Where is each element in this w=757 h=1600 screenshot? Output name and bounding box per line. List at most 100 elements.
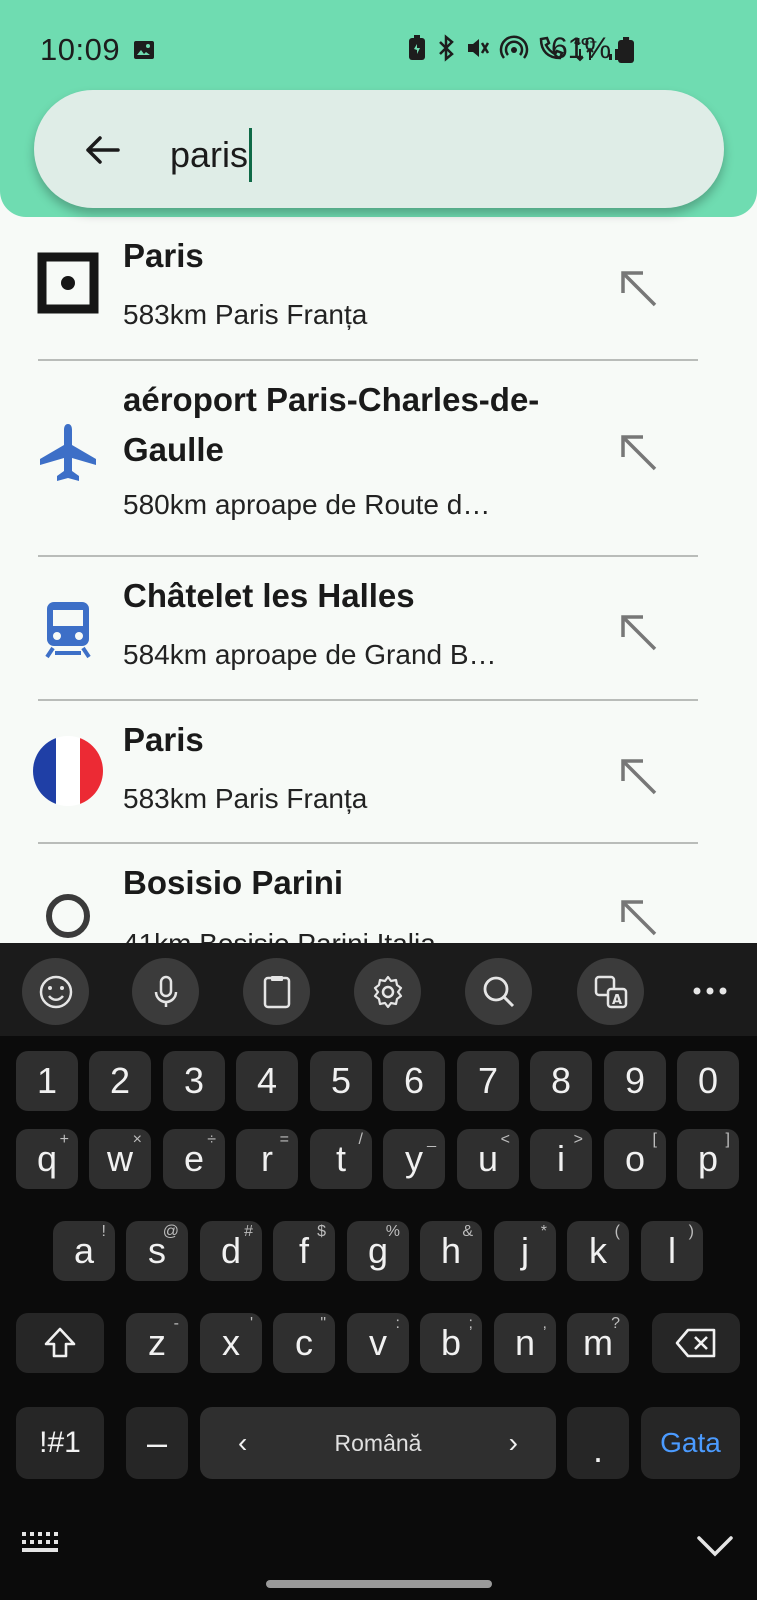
key-hint: ; [468,1315,473,1332]
key-a[interactable]: a! [53,1221,115,1281]
search-bar[interactable]: paris [34,90,724,208]
result-title: Paris [123,721,204,758]
key-label: n [514,1322,536,1363]
fill-query-arrow-icon[interactable] [615,753,661,799]
key-label: o [624,1138,646,1179]
fill-query-arrow-icon[interactable] [615,609,661,655]
emoji-icon[interactable] [22,958,89,1025]
shift-icon [44,1327,76,1358]
key-b[interactable]: b; [420,1313,482,1373]
key-hint: / [358,1131,363,1148]
key-hint: × [132,1131,142,1148]
chevron-right-icon: › [508,1427,518,1458]
key-label: h [440,1230,462,1271]
key-g[interactable]: g% [347,1221,409,1281]
result-title: aéroport Paris-Charles-de-Gaulle [123,381,540,468]
home-indicator[interactable] [266,1580,492,1588]
list-item[interactable]: Châtelet les Halles 584km aproape de Gra… [0,557,757,697]
key-3[interactable]: 3 [163,1051,225,1111]
key-v[interactable]: v: [347,1313,409,1373]
key-t[interactable]: t / [310,1129,372,1189]
key-c[interactable]: c " [273,1313,335,1373]
key-label: r [261,1138,273,1179]
list-item[interactable]: Paris 583km Paris Franța [0,217,757,357]
key-6[interactable]: 6 [383,1051,445,1111]
fill-query-arrow-icon[interactable] [615,429,661,475]
key-n[interactable]: n, [494,1313,556,1373]
key-i[interactable]: i > [530,1129,592,1189]
symbols-key[interactable]: !#1 [16,1407,104,1479]
key-y[interactable]: y _ [383,1129,445,1189]
key-u[interactable]: u < [457,1129,519,1189]
settings-icon[interactable] [354,958,421,1025]
result-title: Paris [123,237,204,274]
on-screen-keyboard: A 1 2 3 4 5 6 7 8 9 0 q + w × e ÷ r = t / y _ … [0,943,757,1600]
key-hint: ? [611,1315,620,1332]
key-z[interactable]: z- [126,1313,188,1373]
key-hint: $ [317,1223,326,1240]
key-1[interactable]: 1 [16,1051,78,1111]
circle-icon [32,880,104,943]
key-2[interactable]: 2 [89,1051,151,1111]
microphone-icon[interactable] [132,958,199,1025]
keyboard-hide-icon[interactable] [20,1530,64,1560]
image-notification-icon [134,41,154,59]
key-r[interactable]: r = [236,1129,298,1189]
clipboard-icon[interactable] [243,958,310,1025]
key-hint: % [385,1223,400,1240]
key-4[interactable]: 4 [236,1051,298,1111]
key-5[interactable]: 5 [310,1051,372,1111]
battery-percent: 61% [551,32,612,65]
key-label: a [73,1230,95,1271]
key-l[interactable]: l) [641,1221,703,1281]
key-hint: ) [688,1223,694,1240]
key-0[interactable]: 0 [677,1051,739,1111]
bluetooth-icon [439,34,454,62]
key-label: p [697,1138,719,1179]
done-key[interactable]: Gata [641,1407,740,1479]
key-label: d [220,1230,242,1271]
list-item[interactable]: Paris 583km Paris Franța [0,701,757,841]
period-key[interactable]: . [567,1407,629,1479]
key-7[interactable]: 7 [457,1051,519,1111]
key-hint: ' [249,1315,253,1332]
key-label: z [148,1322,166,1363]
shift-key[interactable] [16,1313,104,1373]
search-input[interactable]: paris [170,128,253,182]
key-h[interactable]: h & [420,1221,482,1281]
key-hint: ÷ [207,1131,216,1148]
more-icon[interactable] [690,971,730,1011]
key-8[interactable]: 8 [530,1051,592,1111]
list-item[interactable]: Bosisio Parini 41km Bosisio Parini Itali… [0,844,757,943]
key-p[interactable]: p] [677,1129,739,1189]
key-j[interactable]: j * [494,1221,556,1281]
key-f[interactable]: f $ [273,1221,335,1281]
backspace-key[interactable] [652,1313,740,1373]
key-9[interactable]: 9 [604,1051,666,1111]
key-s[interactable]: s @ [126,1221,188,1281]
translate-icon[interactable]: A [577,958,644,1025]
chevron-down-icon[interactable] [696,1534,734,1558]
key-w[interactable]: w × [89,1129,151,1189]
space-key[interactable]: ‹ Română › [200,1407,556,1479]
key-m[interactable]: m? [567,1313,629,1373]
key-hint: " [320,1315,326,1332]
key-d[interactable]: d # [200,1221,262,1281]
fill-query-arrow-icon[interactable] [615,265,661,311]
key-hint: * [540,1223,547,1240]
key-e[interactable]: e ÷ [163,1129,225,1189]
key-k[interactable]: k( [567,1221,629,1281]
list-item[interactable]: aéroport Paris-Charles-de-Gaulle 580km a… [0,361,757,551]
space-language-label: Română [334,1429,422,1456]
key-hint: - [173,1315,179,1332]
result-title: Bosisio Parini [123,864,344,901]
key-q[interactable]: q + [16,1129,78,1189]
result-subtitle: 41km Bosisio Parini Italia [123,928,436,943]
key-o[interactable]: o[ [604,1129,666,1189]
dash-key[interactable]: – [126,1407,188,1479]
back-arrow-icon[interactable] [80,128,124,172]
search-icon[interactable] [465,958,532,1025]
key-x[interactable]: x ' [200,1313,262,1373]
fill-query-arrow-icon[interactable] [615,894,661,940]
key-hint: & [462,1223,473,1240]
